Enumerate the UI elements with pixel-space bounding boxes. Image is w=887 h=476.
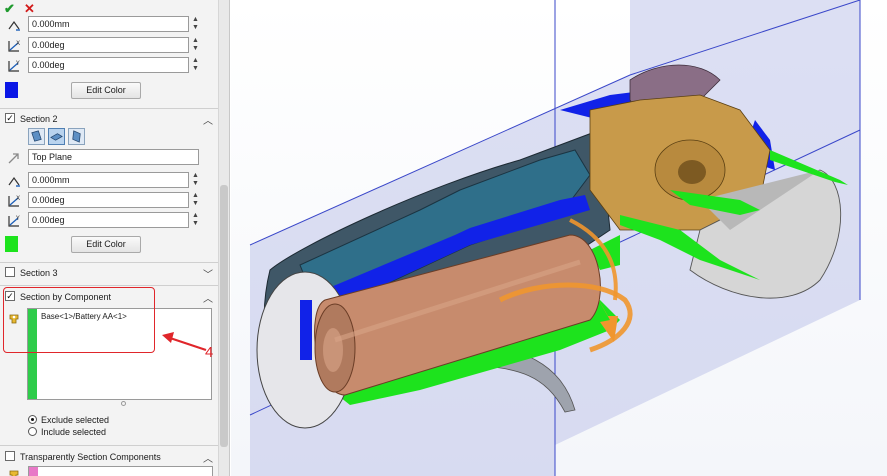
transparent-components-list[interactable] <box>28 466 213 476</box>
annotation-highlight-box <box>3 287 155 353</box>
include-selected-label: Include selected <box>41 427 107 437</box>
annotation-callout-number: 4 <box>205 344 214 361</box>
exclude-selected-radio[interactable] <box>28 415 37 424</box>
list-color-bar <box>29 467 38 476</box>
svg-text:X: X <box>16 40 20 47</box>
section2-rotation-x-field[interactable]: 0.00deg <box>28 192 189 208</box>
chevron-up-icon[interactable]: ︿ <box>203 450 213 465</box>
rotate-y-icon: Y <box>8 60 20 72</box>
section2-color-swatch <box>5 236 18 252</box>
section1-rotation-x-spinner[interactable]: ▲ ▼ <box>191 37 200 53</box>
battery-terminal <box>323 328 343 372</box>
divider <box>0 108 218 109</box>
transparent-section-checkbox[interactable] <box>5 451 15 461</box>
chevron-up-icon[interactable]: ︿ <box>203 290 213 305</box>
section2-checkbox[interactable]: ✓ <box>5 113 15 123</box>
section2-offset-field[interactable]: 0.000mm <box>28 172 189 188</box>
section-cut-face-blue <box>300 300 312 360</box>
transparent-section-title: Transparently Section Components <box>20 452 161 462</box>
section1-rotation-y-spinner[interactable]: ▲ ▼ <box>191 57 200 73</box>
right-plane-button[interactable] <box>68 128 85 145</box>
svg-text:X: X <box>16 195 20 202</box>
section3-title: Section 3 <box>20 268 58 278</box>
section2-rotation-y-field[interactable]: 0.00deg <box>28 212 189 228</box>
cancel-x-icon[interactable]: ✕ <box>24 2 35 16</box>
graphics-viewport[interactable] <box>231 0 887 476</box>
chevron-down-icon[interactable]: ﹀ <box>203 266 213 281</box>
section1-rotation-x-field[interactable]: 0.00deg <box>28 37 189 53</box>
section2-reference-plane-field[interactable]: Top Plane <box>28 149 199 165</box>
exclude-selected-label: Exclude selected <box>41 415 110 425</box>
panel-scrollbar[interactable] <box>218 0 229 476</box>
rotate-x-icon: X <box>8 195 20 207</box>
section2-rotation-x-spinner[interactable]: ▲ ▼ <box>191 192 200 208</box>
section2-header[interactable]: ✓ Section 2 ︿ <box>0 110 218 128</box>
section1-offset-field[interactable]: 0.000mm <box>28 16 189 32</box>
section1-edit-color-button[interactable]: Edit Color <box>71 82 141 99</box>
annotation-arrow-icon <box>162 332 207 352</box>
top-plane-button[interactable] <box>48 128 65 145</box>
front-plane-button[interactable] <box>28 128 45 145</box>
offset-distance-icon <box>8 20 20 31</box>
resize-grip-icon[interactable] <box>121 401 126 406</box>
arrow-icon <box>8 153 19 164</box>
section3-header[interactable]: Section 3 ﹀ <box>0 264 218 282</box>
right-plane-icon <box>72 130 81 143</box>
top-plane-icon <box>50 133 63 141</box>
chevron-up-icon[interactable]: ︿ <box>203 112 213 127</box>
section1-offset-spinner[interactable]: ▲ ▼ <box>191 16 200 32</box>
bulb-socket <box>678 160 706 184</box>
rotate-x-icon: X <box>8 40 20 52</box>
component-icon <box>9 470 19 476</box>
divider <box>0 285 218 286</box>
include-selected-radio[interactable] <box>28 427 37 436</box>
divider <box>0 445 218 446</box>
divider <box>0 262 218 263</box>
section2-rotation-y-spinner[interactable]: ▲ ▼ <box>191 212 200 228</box>
ok-checkmark-icon[interactable]: ✔ <box>4 2 15 16</box>
section-view-model[interactable] <box>231 0 887 476</box>
rotate-y-icon: Y <box>8 215 20 227</box>
section1-rotation-y-field[interactable]: 0.00deg <box>28 57 189 73</box>
front-plane-icon <box>31 130 42 142</box>
offset-distance-icon <box>8 176 20 187</box>
svg-text:Y: Y <box>15 215 20 222</box>
section3-checkbox[interactable] <box>5 267 15 277</box>
svg-text:Y: Y <box>15 60 20 67</box>
scrollbar-thumb[interactable] <box>220 185 228 447</box>
section2-title: Section 2 <box>20 114 58 124</box>
section1-color-swatch <box>5 82 18 98</box>
section2-edit-color-button[interactable]: Edit Color <box>71 236 141 253</box>
section2-offset-spinner[interactable]: ▲ ▼ <box>191 172 200 188</box>
transparent-section-header[interactable]: Transparently Section Components ︿ <box>0 448 218 466</box>
property-manager: ✔ ✕ 0.000mm ▲ ▼ X 0.00deg ▲ ▼ Y 0.00deg ▲ ▼… <box>0 0 230 476</box>
